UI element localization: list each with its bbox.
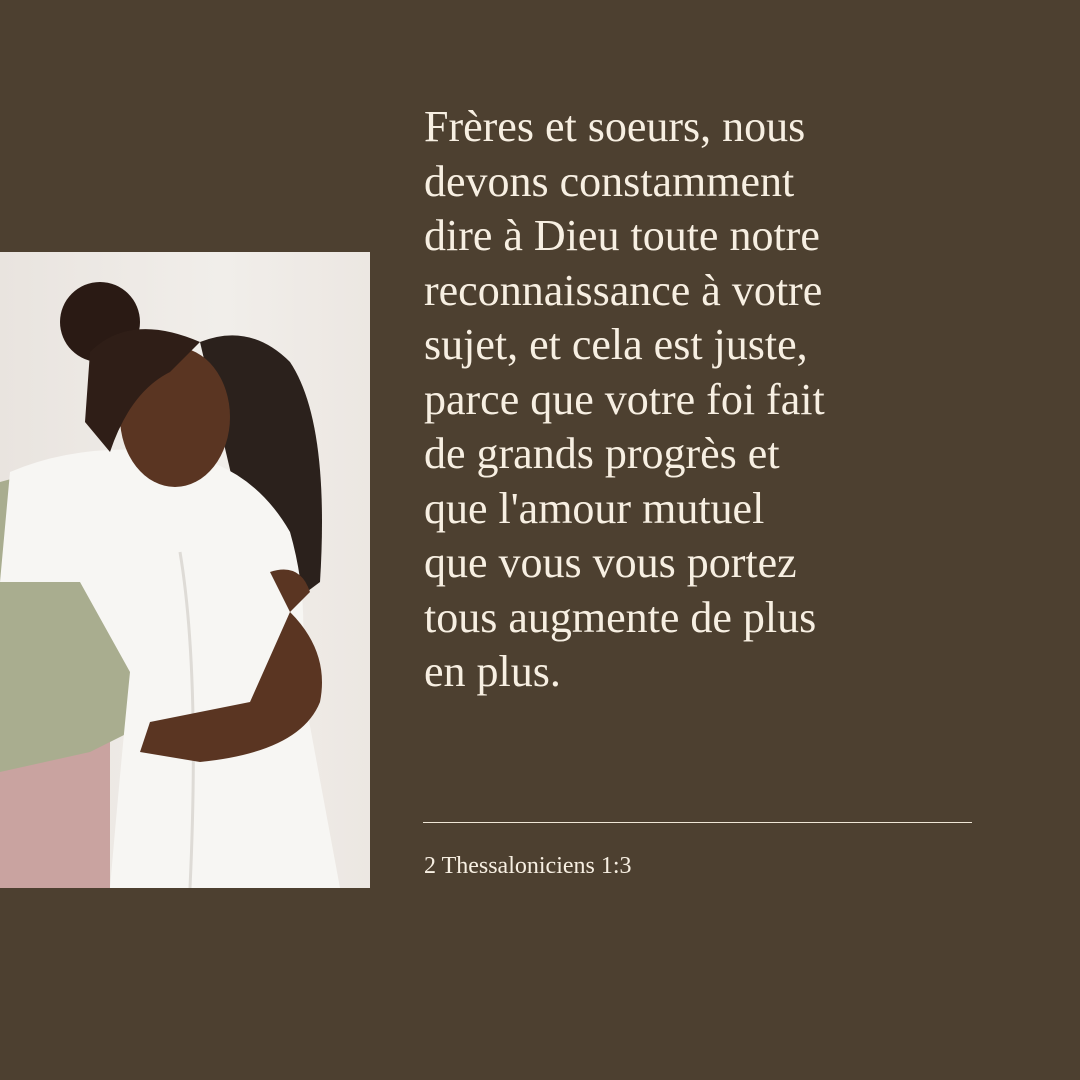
verse-line: tous augmente de plus <box>424 592 817 642</box>
verse-line: que l'amour mutuel <box>424 483 765 533</box>
verse-line: dire à Dieu toute notre <box>424 211 820 260</box>
verse-line: que vous vous portez <box>424 538 797 587</box>
verse-line: Frères et soeurs, nous <box>424 102 806 151</box>
hug-photo <box>0 252 370 888</box>
verse-line: de grands progrès et <box>424 429 780 478</box>
verse-line: devons constamment <box>424 156 795 206</box>
verse-line: en plus. <box>424 647 561 696</box>
verse-line: sujet, et cela est juste, <box>424 320 808 369</box>
verse-reference: 2 Thessaloniciens 1:3 <box>424 853 632 879</box>
divider <box>423 822 972 823</box>
verse-text: Frères et soeurs, nous devons constammen… <box>424 100 984 700</box>
verse-line: reconnaissance à votre <box>424 265 823 315</box>
verse-line: parce que votre foi fait <box>424 374 825 424</box>
hug-illustration <box>0 282 340 888</box>
